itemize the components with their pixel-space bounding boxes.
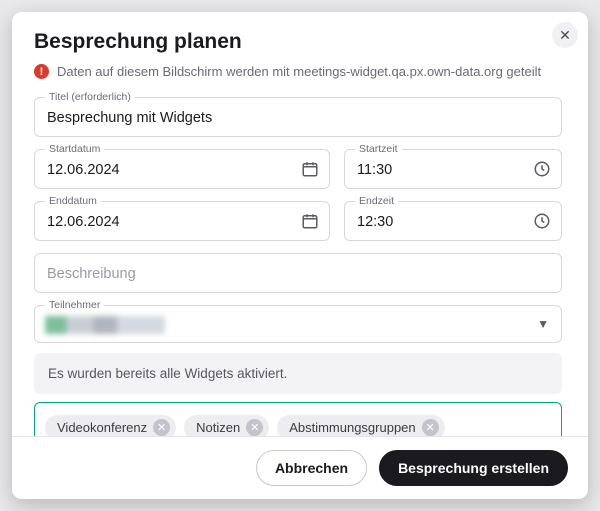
widgets-info-banner: Es wurden bereits alle Widgets aktiviert… xyxy=(34,353,562,394)
modal-body: Titel (erforderlich) Startdatum Startzei… xyxy=(12,85,588,436)
end-date-input[interactable] xyxy=(35,202,329,240)
widget-chip: Abstimmungsgruppen ✕ xyxy=(277,415,444,436)
title-field: Titel (erforderlich) xyxy=(34,97,562,137)
modal-title: Besprechung planen xyxy=(34,30,566,54)
field-label: Teilnehmer xyxy=(45,299,104,311)
widgets-field[interactable]: Videokonferenz ✕ Notizen ✕ Abstimmungsgr… xyxy=(34,402,562,436)
modal-header: Besprechung planen ! Daten auf diesem Bi… xyxy=(12,12,588,85)
end-time-field: Endzeit xyxy=(344,201,562,241)
cancel-button[interactable]: Abbrechen xyxy=(256,450,367,486)
field-label: Endzeit xyxy=(355,195,398,207)
widget-chip: Notizen ✕ xyxy=(184,415,269,436)
field-label: Titel (erforderlich) xyxy=(45,91,135,103)
start-time-input[interactable] xyxy=(345,150,561,188)
end-date-field: Enddatum xyxy=(34,201,330,241)
start-time-field: Startzeit xyxy=(344,149,562,189)
title-input[interactable] xyxy=(35,98,561,136)
end-row: Enddatum Endzeit xyxy=(34,189,562,241)
schedule-meeting-modal: ✕ Besprechung planen ! Daten auf diesem … xyxy=(12,12,588,499)
end-time-input[interactable] xyxy=(345,202,561,240)
share-warning: ! Daten auf diesem Bildschirm werden mit… xyxy=(34,64,566,79)
start-date-input[interactable] xyxy=(35,150,329,188)
participant-redacted xyxy=(45,316,165,334)
description-input[interactable] xyxy=(35,254,561,292)
chip-remove-icon[interactable]: ✕ xyxy=(153,419,170,436)
chip-remove-icon[interactable]: ✕ xyxy=(422,419,439,436)
warning-icon: ! xyxy=(34,64,49,79)
clear-all-icon[interactable]: ✕ xyxy=(518,435,531,436)
button-label: Abbrechen xyxy=(275,460,348,476)
chip-label: Abstimmungsgruppen xyxy=(289,420,415,435)
field-label: Enddatum xyxy=(45,195,101,207)
field-label: Startdatum xyxy=(45,143,104,155)
warning-text: Daten auf diesem Bildschirm werden mit m… xyxy=(57,64,541,79)
description-field xyxy=(34,253,562,293)
widget-chip: Videokonferenz ✕ xyxy=(45,415,176,436)
button-label: Besprechung erstellen xyxy=(398,460,549,476)
modal-footer: Abbrechen Besprechung erstellen xyxy=(12,436,588,499)
chip-label: Videokonferenz xyxy=(57,420,147,435)
create-meeting-button[interactable]: Besprechung erstellen xyxy=(379,450,568,486)
form-scroll[interactable]: Titel (erforderlich) Startdatum Startzei… xyxy=(34,85,580,436)
start-row: Startdatum Startzeit xyxy=(34,137,562,189)
close-icon: ✕ xyxy=(559,27,571,44)
widgets-actions: ✕ ▲ xyxy=(518,435,551,436)
chip-remove-icon[interactable]: ✕ xyxy=(246,419,263,436)
close-button[interactable]: ✕ xyxy=(552,22,578,48)
start-date-field: Startdatum xyxy=(34,149,330,189)
chip-label: Notizen xyxy=(196,420,240,435)
banner-text: Es wurden bereits alle Widgets aktiviert… xyxy=(48,366,287,381)
field-label: Startzeit xyxy=(355,143,402,155)
participants-field[interactable]: Teilnehmer ▼ xyxy=(34,305,562,343)
chevron-down-icon: ▼ xyxy=(537,317,549,331)
